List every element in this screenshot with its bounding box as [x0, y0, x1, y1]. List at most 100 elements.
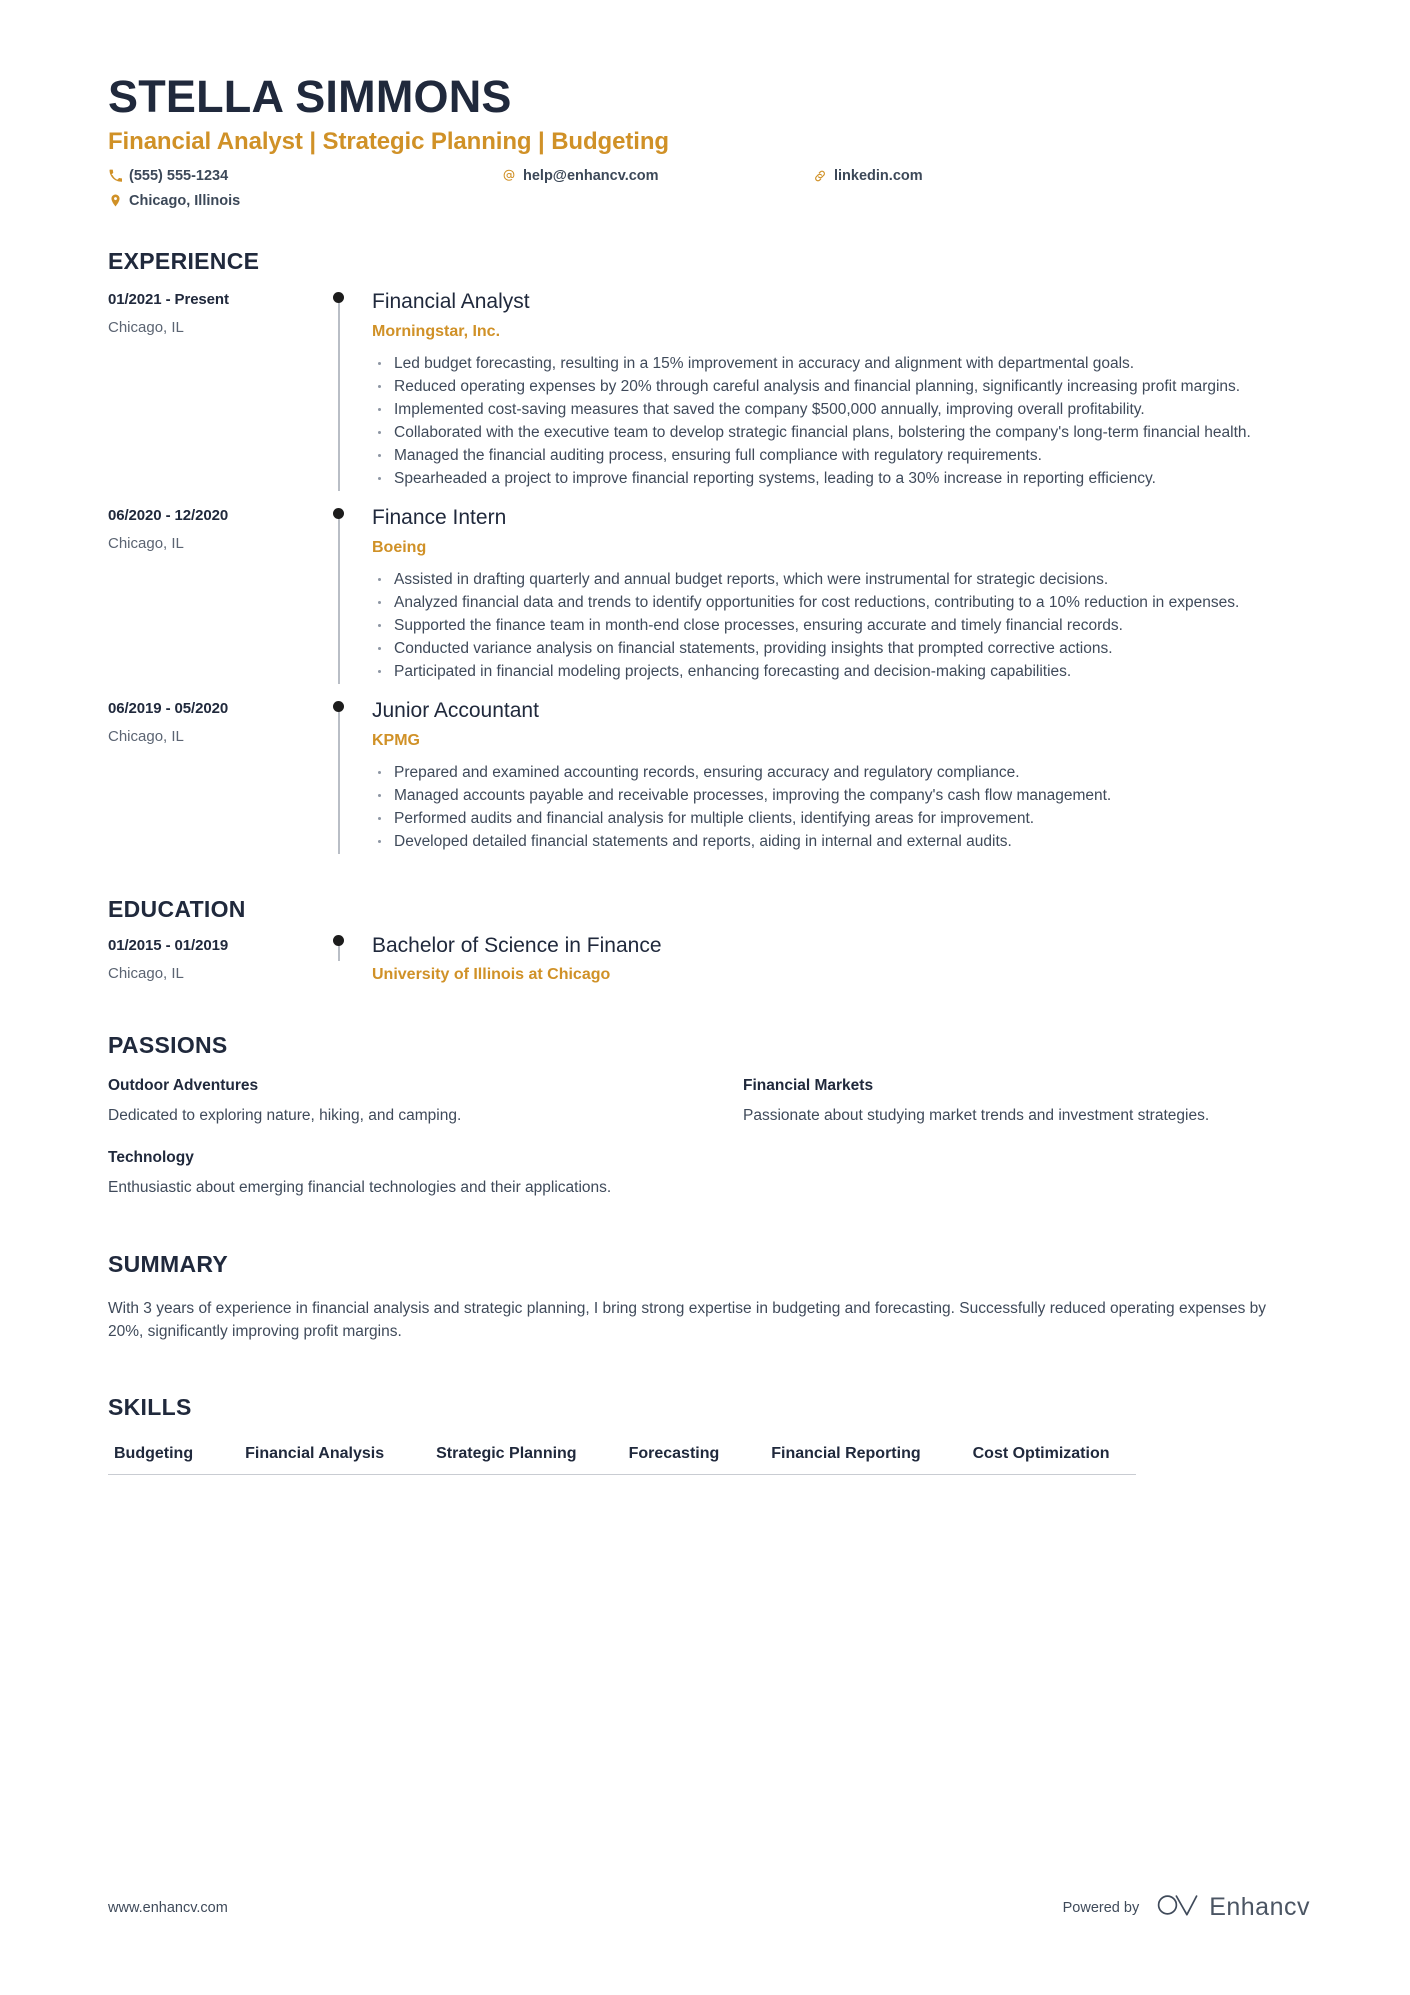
- passions-section-title: PASSIONS: [108, 1031, 228, 1058]
- education-entry-date: 01/2015 - 01/2019: [108, 937, 229, 955]
- contact-website-text: linkedin.com: [834, 167, 923, 184]
- experience-bullet: Managed the financial auditing process, …: [372, 445, 1310, 467]
- education-entry: 01/2015 - 01/2019 Chicago, IL Bachelor o…: [108, 923, 1310, 983]
- timeline-rail: [308, 289, 372, 491]
- footer-website-url[interactable]: www.enhancv.com: [108, 1900, 228, 1916]
- experience-section: EXPERIENCE 01/2021 - Present Chicago, IL…: [108, 248, 1310, 855]
- at-sign-icon: [502, 168, 516, 184]
- timeline-rail: [308, 698, 372, 855]
- experience-entry-body: Junior Accountant KPMG Prepared and exam…: [372, 698, 1310, 854]
- phone-icon: [108, 168, 122, 184]
- candidate-name: STELLA SIMMONS: [108, 71, 512, 122]
- contact-location-text: Chicago, Illinois: [129, 192, 241, 209]
- summary-section: SUMMARY With 3 years of experience in fi…: [108, 1251, 1310, 1344]
- timeline-rail: [308, 933, 372, 983]
- skill-chip: Cost Optimization: [946, 1445, 1136, 1476]
- page-footer: www.enhancv.com Powered by Enhancv: [108, 1892, 1310, 1923]
- resume-header: STELLA SIMMONS Financial Analyst | Strat…: [108, 72, 1310, 216]
- skill-chip: Financial Analysis: [219, 1445, 411, 1476]
- link-icon: [813, 168, 827, 184]
- experience-bullet: Reduced operating expenses by 20% throug…: [372, 376, 1310, 398]
- experience-entry-location: Chicago, IL: [108, 728, 184, 745]
- education-entry-location: Chicago, IL: [108, 965, 184, 983]
- timeline-dot: [333, 507, 344, 519]
- passion-description: Passionate about studying market trends …: [743, 1106, 1210, 1124]
- experience-entry-meta: 06/2020 - 12/2020 Chicago, IL: [108, 505, 308, 684]
- skill-chip: Strategic Planning: [410, 1445, 603, 1476]
- contact-details: (555) 555-1234 Chicago, Illinois help@en…: [108, 168, 1310, 216]
- skills-section-title: SKILLS: [108, 1394, 192, 1421]
- contact-email[interactable]: help@enhancv.com: [502, 168, 659, 184]
- skills-list: Budgeting Financial Analysis Strategic P…: [108, 1445, 1310, 1476]
- experience-bullet: Developed detailed financial statements …: [372, 831, 1310, 853]
- summary-section-title: SUMMARY: [108, 1251, 229, 1278]
- candidate-headline: Financial Analyst | Strategic Planning |…: [108, 127, 669, 155]
- experience-bullet: Analyzed financial data and trends to id…: [372, 592, 1310, 614]
- enhancv-infinity-icon: [1157, 1892, 1199, 1923]
- passion-item: Financial Markets Passionate about study…: [743, 1077, 1310, 1127]
- passion-item: Technology Enthusiastic about emerging f…: [108, 1149, 675, 1199]
- map-pin-icon: [108, 193, 122, 209]
- contact-website[interactable]: linkedin.com: [813, 168, 923, 184]
- education-entry-meta: 01/2015 - 01/2019 Chicago, IL: [108, 933, 308, 983]
- education-entry-body: Bachelor of Science in Finance Universit…: [372, 933, 1310, 983]
- enhancv-brand: Enhancv: [1157, 1892, 1310, 1923]
- contact-location: Chicago, Illinois: [108, 193, 240, 209]
- experience-entry-body: Finance Intern Boeing Assisted in drafti…: [372, 505, 1310, 684]
- enhancv-wordmark: Enhancv: [1209, 1893, 1310, 1921]
- experience-company: KPMG: [372, 732, 420, 750]
- experience-bullet: Conducted variance analysis on financial…: [372, 638, 1310, 660]
- experience-entry: 06/2020 - 12/2020 Chicago, IL Finance In…: [108, 491, 1310, 684]
- experience-bullet: Led budget forecasting, resulting in a 1…: [372, 353, 1310, 375]
- passion-description: Dedicated to exploring nature, hiking, a…: [108, 1106, 462, 1124]
- experience-bullet: Managed accounts payable and receivable …: [372, 785, 1310, 807]
- experience-job-title: Junior Accountant: [372, 699, 539, 722]
- experience-bullet: Supported the finance team in month-end …: [372, 615, 1310, 637]
- experience-entry-location: Chicago, IL: [108, 534, 184, 552]
- passion-title: Technology: [108, 1148, 194, 1166]
- experience-bullets: Prepared and examined accounting records…: [372, 762, 1310, 853]
- powered-by-group: Powered by Enhancv: [1063, 1892, 1310, 1923]
- experience-bullet: Performed audits and financial analysis …: [372, 808, 1310, 830]
- experience-entry-location: Chicago, IL: [108, 318, 184, 336]
- experience-bullets: Assisted in drafting quarterly and annua…: [372, 569, 1310, 683]
- timeline-rail: [308, 505, 372, 684]
- education-school: University of Illinois at Chicago: [372, 965, 611, 983]
- powered-by-label: Powered by: [1062, 1899, 1140, 1916]
- experience-entry-date: 06/2019 - 05/2020: [108, 700, 229, 717]
- resume-page: STELLA SIMMONS Financial Analyst | Strat…: [0, 0, 1410, 1995]
- experience-entry-body: Financial Analyst Morningstar, Inc. Led …: [372, 289, 1310, 491]
- contact-phone-text: (555) 555-1234: [129, 167, 229, 184]
- experience-bullets: Led budget forecasting, resulting in a 1…: [372, 353, 1310, 490]
- experience-job-title: Financial Analyst: [372, 289, 530, 313]
- experience-company: Morningstar, Inc.: [372, 322, 501, 340]
- experience-bullet: Collaborated with the executive team to …: [372, 422, 1310, 444]
- experience-bullet: Spearheaded a project to improve financi…: [372, 468, 1310, 490]
- education-section-title: EDUCATION: [108, 896, 246, 923]
- timeline-line: [338, 298, 340, 491]
- passion-item: Outdoor Adventures Dedicated to explorin…: [108, 1077, 675, 1127]
- timeline-line: [338, 708, 340, 855]
- timeline-dot: [333, 935, 344, 947]
- skills-section: SKILLS Budgeting Financial Analysis Stra…: [108, 1394, 1310, 1476]
- passion-title: Outdoor Adventures: [108, 1076, 259, 1094]
- timeline-dot: [333, 701, 344, 712]
- experience-entry-meta: 06/2019 - 05/2020 Chicago, IL: [108, 698, 308, 854]
- passions-grid: Outdoor Adventures Dedicated to explorin…: [108, 1077, 1310, 1200]
- contact-phone[interactable]: (555) 555-1234: [108, 168, 228, 184]
- experience-entry-meta: 01/2021 - Present Chicago, IL: [108, 289, 308, 491]
- skill-chip: Budgeting: [108, 1445, 220, 1476]
- timeline-dot: [333, 291, 344, 303]
- experience-job-title: Finance Intern: [372, 505, 507, 529]
- experience-company: Boeing: [372, 539, 427, 556]
- summary-text: With 3 years of experience in financial …: [108, 1300, 1267, 1341]
- passion-description: Enthusiastic about emerging financial te…: [108, 1178, 612, 1196]
- passion-title: Financial Markets: [743, 1076, 874, 1094]
- education-section: EDUCATION 01/2015 - 01/2019 Chicago, IL …: [108, 896, 1310, 983]
- experience-entry: 01/2021 - Present Chicago, IL Financial …: [108, 275, 1310, 491]
- experience-bullet: Implemented cost-saving measures that sa…: [372, 399, 1310, 421]
- skill-chip: Forecasting: [602, 1445, 746, 1476]
- experience-entry-date: 06/2020 - 12/2020: [108, 506, 229, 524]
- skill-chip: Financial Reporting: [745, 1445, 947, 1476]
- experience-section-title: EXPERIENCE: [108, 247, 260, 274]
